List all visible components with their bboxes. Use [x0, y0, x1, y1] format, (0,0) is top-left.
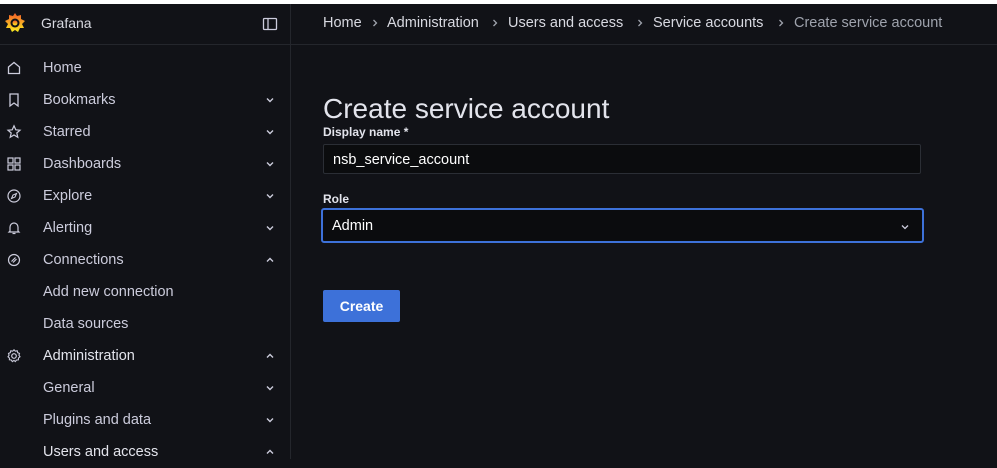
sidebar-item-label: Data sources [43, 316, 129, 332]
create-button[interactable]: Create [323, 290, 400, 322]
display-name-input[interactable]: nsb_service_account [323, 144, 921, 174]
sidebar: Grafana Home Bookmarks Starred Dashboard… [0, 4, 291, 460]
sidebar-item-starred[interactable]: Starred [0, 116, 290, 148]
sidebar-item-alerting[interactable]: Alerting [0, 212, 290, 244]
chevron-up-icon[interactable] [265, 447, 275, 457]
sidebar-item-label: Connections [43, 252, 124, 268]
chevron-right-icon [638, 19, 643, 27]
chevron-down-icon[interactable] [265, 95, 275, 105]
sidebar-item-users-and-access[interactable]: Users and access [0, 436, 290, 468]
plug-icon [7, 253, 21, 267]
sidebar-item-label: General [43, 380, 95, 396]
chevron-up-icon[interactable] [265, 255, 275, 265]
breadcrumb: Home Administration Users and access Ser… [291, 4, 997, 45]
grafana-logo-icon[interactable] [4, 12, 26, 34]
sidebar-item-dashboards[interactable]: Dashboards [0, 148, 290, 180]
sidebar-item-add-new-connection[interactable]: Add new connection [0, 276, 290, 308]
chevron-down-icon [901, 225, 909, 230]
cog-icon [7, 348, 21, 363]
sidebar-item-label: Home [43, 60, 82, 76]
role-select-value: Admin [332, 218, 374, 234]
sidebar-item-label: Dashboards [43, 156, 122, 172]
bookmark-icon [9, 93, 19, 108]
sidebar-item-home[interactable]: Home [0, 52, 290, 84]
role-label: Role [323, 192, 350, 206]
breadcrumb-service-accounts[interactable]: Service accounts [653, 15, 763, 31]
sidebar-item-label: Administration [43, 348, 135, 364]
sidebar-item-label: Starred [43, 124, 91, 140]
sidebar-item-label: Bookmarks [43, 92, 116, 108]
sidebar-item-administration[interactable]: Administration [0, 340, 290, 372]
sidebar-item-label: Add new connection [43, 284, 174, 300]
breadcrumb-administration[interactable]: Administration [387, 15, 479, 31]
sidebar-header: Grafana [0, 4, 290, 45]
chevron-down-icon[interactable] [265, 191, 275, 201]
chevron-down-icon[interactable] [265, 223, 275, 233]
sidebar-item-label: Users and access [43, 444, 159, 460]
sidebar-item-label: Explore [43, 188, 93, 204]
page-title: Create service account [323, 92, 610, 124]
sidebar-item-label: Alerting [43, 220, 93, 236]
sidebar-item-label: Plugins and data [43, 412, 152, 428]
display-name-label: Display name * [323, 125, 409, 139]
chevron-down-icon[interactable] [265, 159, 275, 169]
chevron-down-icon[interactable] [265, 415, 275, 425]
sidebar-item-general[interactable]: General [0, 372, 290, 404]
breadcrumb-home[interactable]: Home [323, 15, 362, 31]
home-icon [7, 61, 21, 75]
chevron-right-icon [373, 19, 378, 27]
sidebar-item-connections[interactable]: Connections [0, 244, 290, 276]
chevron-down-icon[interactable] [265, 383, 275, 393]
role-select[interactable]: Admin [321, 208, 924, 243]
app-name: Grafana [41, 15, 92, 31]
dock-menu-icon[interactable] [262, 16, 278, 32]
sidebar-item-data-sources[interactable]: Data sources [0, 308, 290, 340]
compass-icon [7, 189, 21, 203]
apps-icon [7, 157, 21, 171]
star-icon [6, 124, 22, 139]
chevron-up-icon[interactable] [265, 351, 275, 361]
chevron-right-icon [493, 19, 498, 27]
chevron-down-icon[interactable] [265, 127, 275, 137]
sidebar-item-plugins-and-data[interactable]: Plugins and data [0, 404, 290, 436]
sidebar-item-explore[interactable]: Explore [0, 180, 290, 212]
nav-menu: Home Bookmarks Starred Dashboards Explor… [0, 52, 290, 468]
breadcrumb-users-and-access[interactable]: Users and access [508, 15, 623, 31]
chevron-right-icon [779, 19, 784, 27]
bell-icon [7, 222, 21, 235]
breadcrumb-current: Create service account [794, 15, 943, 31]
sidebar-item-bookmarks[interactable]: Bookmarks [0, 84, 290, 116]
